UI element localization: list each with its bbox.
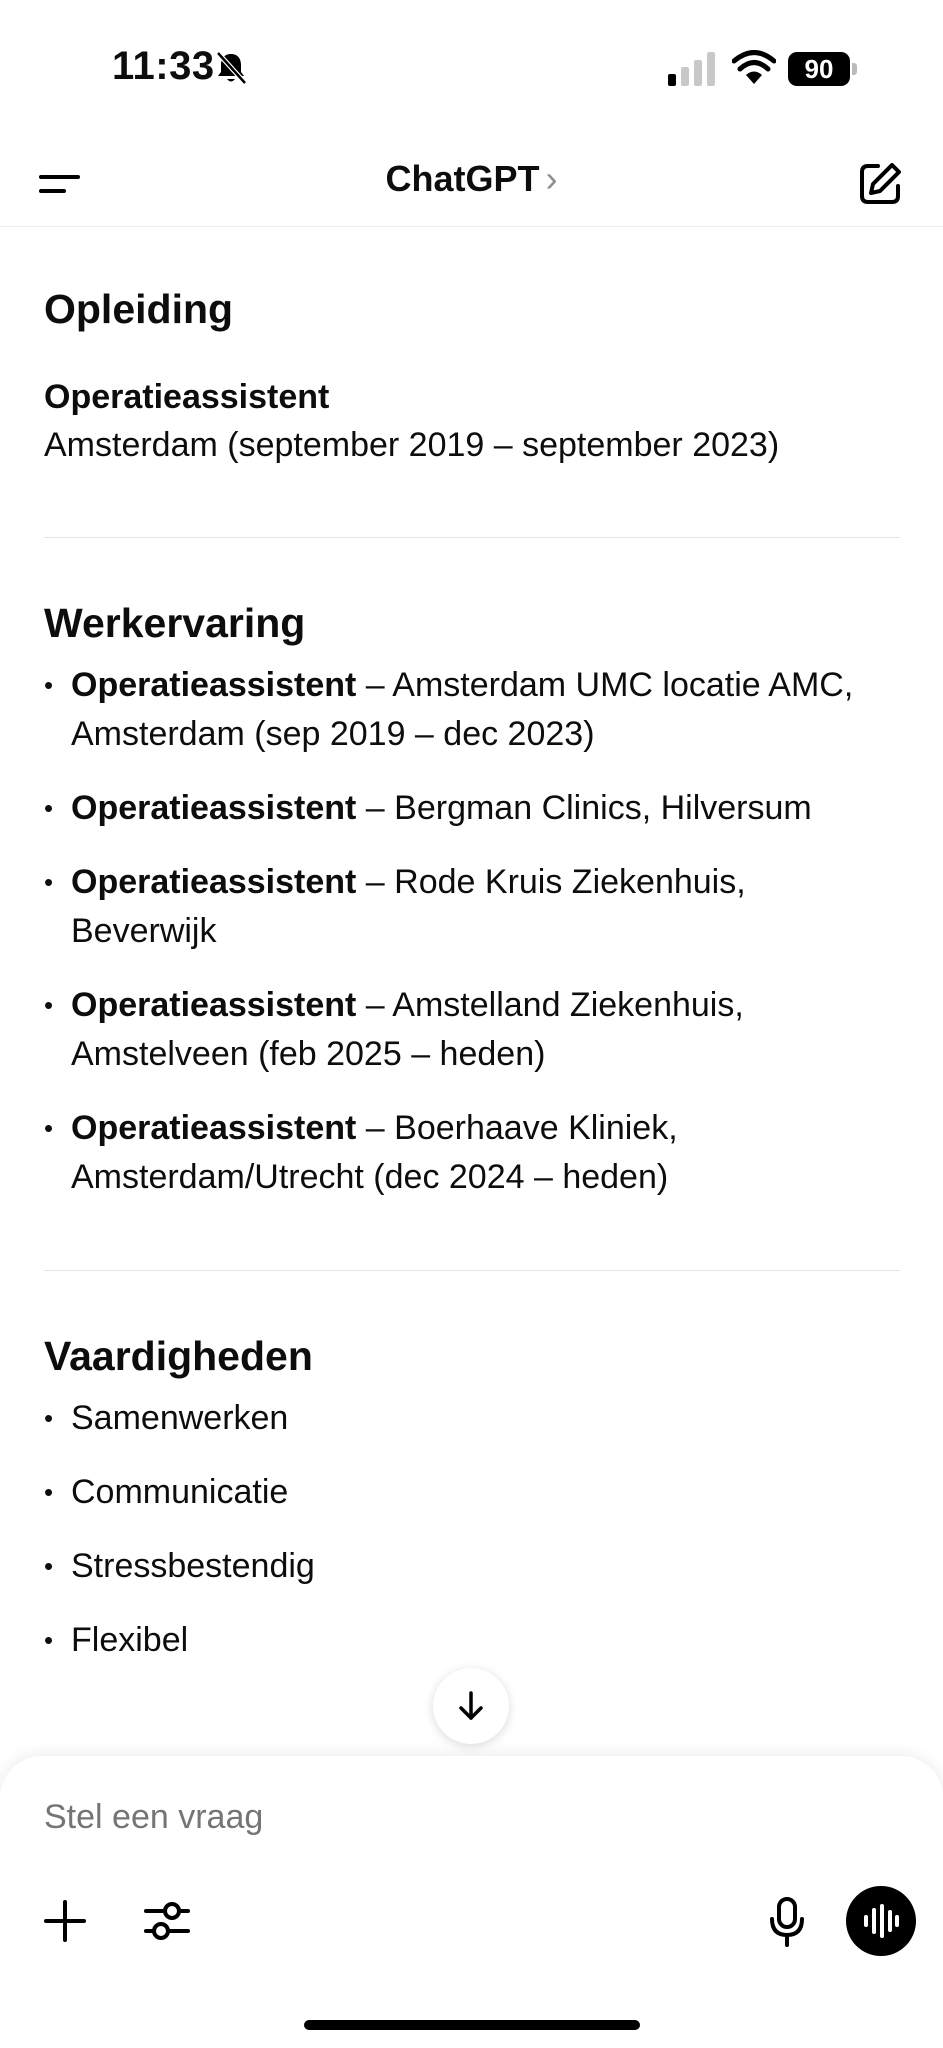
section-heading-vaardigheden: Vaardigheden — [44, 1333, 313, 1379]
role-label: Operatieassistent — [71, 863, 357, 901]
sliders-icon[interactable] — [144, 1898, 190, 1944]
voice-waveform-icon — [864, 1904, 899, 1938]
arrow-down-icon — [459, 1691, 483, 1720]
home-indicator — [304, 2020, 640, 2030]
compose-icon[interactable] — [856, 160, 904, 208]
page-title: ChatGPT — [385, 158, 540, 199]
scroll-down-button[interactable] — [433, 1668, 509, 1744]
bell-muted-icon — [216, 51, 247, 85]
voice-mode-button[interactable] — [846, 1886, 916, 1956]
battery-indicator: 90 — [788, 52, 858, 86]
nav-header: ChatGPT › — [0, 140, 943, 227]
microphone-icon[interactable] — [768, 1896, 806, 1948]
vaardigheden-list: Samenwerken Communicatie Stressbestendig… — [44, 1394, 900, 1665]
opleiding-title: Operatieassistent — [44, 378, 330, 416]
model-selector[interactable]: ChatGPT › — [0, 158, 943, 200]
plus-icon[interactable] — [42, 1898, 88, 1944]
message-input[interactable] — [44, 1798, 744, 1837]
list-item: Operatieassistent – Amsterdam UMC locati… — [44, 661, 900, 759]
list-item: Communicatie — [44, 1468, 900, 1517]
role-detail: – Bergman Clinics, Hilversum — [356, 789, 812, 827]
list-item: Operatieassistent – Amstelland Ziekenhui… — [44, 981, 900, 1079]
cellular-signal-icon — [668, 52, 715, 86]
battery-level: 90 — [788, 52, 850, 86]
opleiding-detail: Amsterdam (september 2019 – september 20… — [44, 426, 780, 464]
section-heading-opleiding: Opleiding — [44, 286, 234, 332]
wifi-icon — [732, 50, 776, 84]
status-time: 11:33 — [112, 44, 215, 88]
list-item: Operatieassistent – Bergman Clinics, Hil… — [44, 784, 900, 833]
composer — [0, 1756, 943, 2048]
role-label: Operatieassistent — [71, 1109, 357, 1147]
chevron-right-icon: › — [545, 158, 558, 199]
list-item: Flexibel — [44, 1616, 900, 1665]
role-label: Operatieassistent — [71, 789, 357, 827]
werkervaring-list: Operatieassistent – Amsterdam UMC locati… — [44, 661, 900, 1202]
battery-tip — [852, 63, 857, 75]
list-item: Stressbestendig — [44, 1542, 900, 1591]
list-item: Operatieassistent – Rode Kruis Ziekenhui… — [44, 858, 900, 956]
role-label: Operatieassistent — [71, 986, 357, 1024]
role-label: Operatieassistent — [71, 666, 357, 704]
status-bar: 11:33 90 — [0, 0, 943, 140]
list-item: Operatieassistent – Boerhaave Kliniek, A… — [44, 1104, 900, 1202]
section-heading-werkervaring: Werkervaring — [44, 600, 306, 646]
chat-message: Opleiding Operatieassistent Amsterdam (s… — [44, 226, 900, 1665]
list-item: Samenwerken — [44, 1394, 900, 1443]
